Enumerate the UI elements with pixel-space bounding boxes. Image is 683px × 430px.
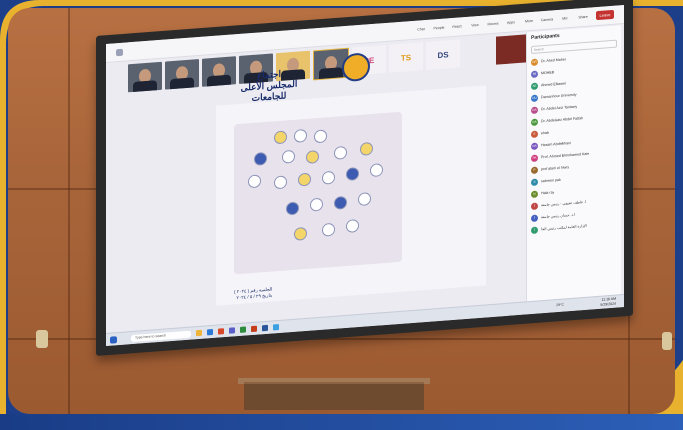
university-logo — [370, 163, 383, 178]
participant-avatar: أ — [531, 202, 538, 210]
share-button[interactable]: Share — [576, 15, 590, 20]
participant-avatar: S — [531, 178, 538, 186]
participant-name: الإدارة العامة لمكتب رئيس الجا — [541, 223, 587, 232]
wall-light-left — [36, 330, 48, 348]
university-logo — [286, 201, 299, 216]
chat-button[interactable]: Chat — [414, 27, 428, 32]
university-logo — [346, 218, 359, 233]
university-logo — [334, 195, 347, 210]
participant-name: prof alam el hiwry — [541, 165, 570, 172]
university-logo — [298, 172, 311, 187]
participant-name: Prof. Ahmed Elmohamed Kaie — [541, 151, 590, 160]
participant-name: sabreen pak — [541, 177, 561, 184]
participant-video[interactable] — [128, 61, 162, 93]
clock: 11:16 AM 5/29/2024 — [600, 297, 616, 308]
view-button[interactable]: View — [468, 23, 482, 28]
participants-list: DR Dr. Ahed Maher MI MOHEB AE Ahmed Elkaseri D… — [527, 49, 621, 236]
university-logo — [306, 149, 319, 164]
react-button[interactable]: React — [450, 24, 464, 29]
participant-name: Dr. Abdelaziz Abdel Fattah — [541, 116, 584, 124]
taskbar-search-input[interactable]: Type here to search — [131, 330, 191, 342]
display-screen: Chat People React View Rooms Apps More C… — [106, 5, 624, 346]
university-logo — [314, 129, 327, 144]
participant-initial-tile[interactable]: TS — [389, 42, 423, 73]
participant-name: ehab — [541, 130, 549, 136]
participant-avatar: PA — [531, 154, 538, 162]
participant-name: Ahmed Elkaseri — [541, 81, 567, 88]
slide-title: اجتماع المجلس الأعلى للجامعات — [224, 66, 314, 106]
mic-button[interactable]: Mic — [558, 16, 572, 21]
edge-icon[interactable] — [207, 328, 213, 336]
participant-avatar: DU — [531, 94, 538, 102]
university-logo — [322, 170, 335, 185]
excel-icon[interactable] — [240, 326, 246, 333]
participant-avatar: NA — [531, 142, 538, 150]
university-logo — [274, 130, 287, 145]
participant-avatar: MI — [531, 70, 538, 78]
participant-name: Dr. Abdel Aziz Tantawy — [541, 104, 578, 112]
office-icon[interactable] — [218, 328, 224, 335]
leave-button[interactable]: Leave — [596, 9, 614, 21]
university-logo — [254, 151, 267, 166]
participant-name: Hesam Abdelkhani — [541, 141, 571, 148]
clock-date: 5/29/2024 — [600, 301, 616, 307]
participant-avatar: DR — [531, 58, 538, 66]
console — [244, 382, 424, 410]
teams-icon[interactable] — [229, 327, 235, 334]
participant-name: Dr. Ahed Maher — [541, 57, 566, 64]
participant-avatar: DA — [531, 118, 538, 126]
participant-video[interactable] — [165, 59, 199, 90]
egypt-map-graphic — [234, 111, 402, 275]
participant-avatar: N — [531, 190, 538, 198]
word-icon[interactable] — [262, 324, 268, 332]
participant-name: Damanhour University — [541, 92, 577, 100]
apps-button[interactable]: Apps — [504, 20, 518, 25]
participant-name: Hala ray — [541, 190, 555, 196]
more-button[interactable]: More — [522, 19, 536, 24]
participants-panel: Participants Search DR Dr. Ahed Maher MI MO… — [526, 25, 621, 303]
participant-initial-tile[interactable]: DS — [426, 39, 460, 70]
window-icon — [116, 48, 123, 56]
people-button[interactable]: People — [432, 25, 446, 31]
university-logo — [358, 192, 371, 207]
university-logo — [360, 141, 373, 156]
windows-start-icon[interactable] — [110, 335, 117, 344]
university-logo — [248, 174, 261, 189]
bottom-brand-stripe — [0, 414, 683, 430]
university-logo — [322, 222, 335, 237]
wall-panel-line — [68, 8, 70, 414]
university-logo — [310, 197, 323, 212]
university-logo — [294, 128, 307, 143]
zoom-icon[interactable] — [273, 323, 279, 331]
participant-name: أ.د. حسان رئيس جامعة — [541, 212, 576, 220]
camera-button[interactable]: Camera — [540, 17, 554, 22]
participant-avatar: P — [531, 166, 538, 174]
rooms-button[interactable]: Rooms — [486, 21, 500, 26]
participant-name: أ. عاطف عفيفي - رئيس جامعة — [541, 199, 587, 208]
university-logo — [282, 149, 295, 164]
file-explorer-icon[interactable] — [196, 329, 202, 337]
weather-readout: 29°C — [556, 302, 564, 308]
participant-name: MOHEB — [541, 70, 555, 76]
participant-avatar: أ — [531, 214, 538, 222]
wall-light-right — [662, 332, 672, 350]
university-logo — [294, 226, 307, 241]
powerpoint-icon[interactable] — [251, 325, 257, 333]
university-logo — [334, 145, 347, 160]
participant-avatar: أ — [531, 226, 538, 234]
university-logo — [274, 175, 287, 190]
university-logo — [346, 166, 359, 181]
participant-avatar: DA — [531, 106, 538, 114]
participant-avatar: AE — [531, 82, 538, 90]
participant-avatar: E — [531, 130, 538, 138]
council-logo — [342, 52, 370, 83]
